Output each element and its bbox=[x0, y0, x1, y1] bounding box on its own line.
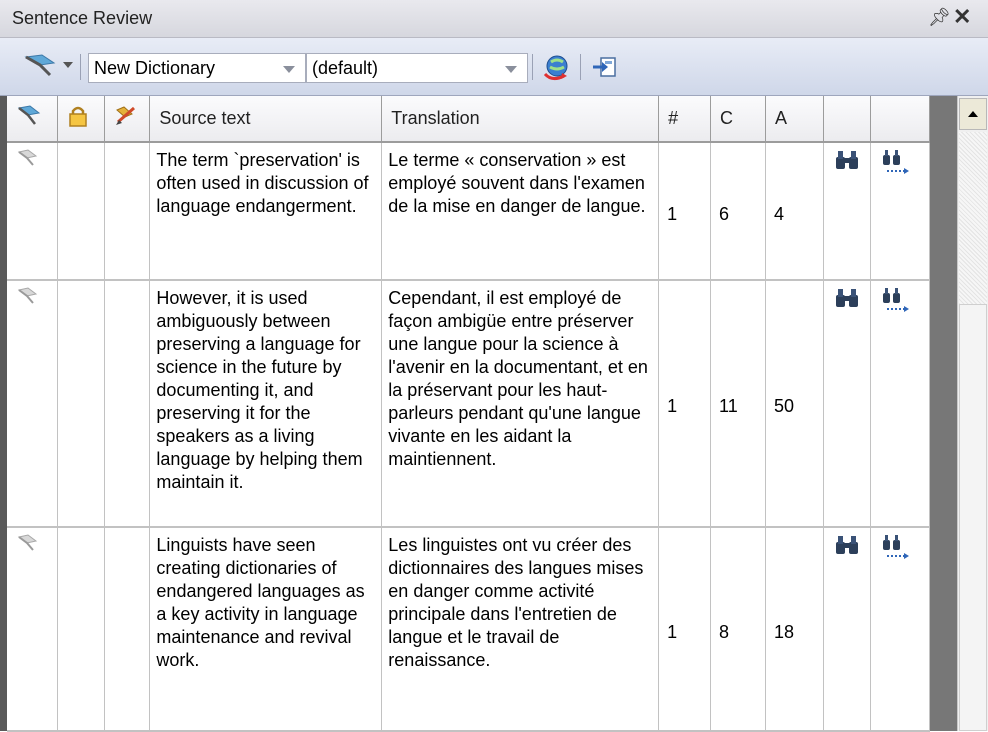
col-find-header[interactable] bbox=[823, 96, 871, 143]
arrow-up-icon bbox=[968, 111, 978, 117]
sentence-table: Source text Translation # C A The term `… bbox=[7, 96, 931, 732]
pencil-flag-icon bbox=[116, 106, 136, 125]
table-header: Source text Translation # C A bbox=[7, 96, 931, 143]
scroll-thumb[interactable] bbox=[959, 304, 987, 731]
col-lock-header[interactable] bbox=[57, 96, 106, 143]
number-cell: 1 bbox=[658, 142, 712, 281]
number-cell: 1 bbox=[658, 527, 712, 732]
a-cell: 4 bbox=[765, 142, 824, 281]
number-cell: 1 bbox=[658, 280, 712, 528]
col-number-header[interactable]: # bbox=[658, 96, 712, 143]
flag-icon[interactable] bbox=[20, 51, 60, 81]
toolbar: New Dictionary (default) bbox=[0, 38, 988, 96]
chevron-down-icon[interactable] bbox=[505, 66, 517, 73]
translation-cell[interactable]: Les linguistes ont vu créer des dictionn… bbox=[381, 527, 660, 732]
a-cell: 50 bbox=[765, 280, 824, 528]
table-row[interactable]: Linguists have seen creating dictionarie… bbox=[7, 527, 931, 732]
col-flag-header[interactable] bbox=[7, 96, 59, 143]
toolbar-separator bbox=[532, 54, 533, 80]
profile-select-value: (default) bbox=[312, 58, 379, 78]
binoculars-icon[interactable] bbox=[834, 149, 860, 171]
source-text-cell[interactable]: Linguists have seen creating dictionarie… bbox=[149, 527, 383, 732]
find-next-cell[interactable] bbox=[870, 527, 931, 732]
globe-translate-icon[interactable] bbox=[542, 52, 572, 82]
toolbar-separator bbox=[80, 54, 81, 80]
find-next-cell[interactable] bbox=[870, 280, 931, 528]
row-flag-cell[interactable] bbox=[7, 280, 59, 528]
dictionary-select-value: New Dictionary bbox=[94, 58, 216, 78]
translation-cell[interactable]: Le terme « conservation » est employé so… bbox=[381, 142, 660, 281]
row-flag-cell[interactable] bbox=[7, 142, 59, 281]
c-cell: 8 bbox=[710, 527, 767, 732]
col-translation-header[interactable]: Translation bbox=[381, 96, 660, 143]
row-lock-cell[interactable] bbox=[57, 280, 106, 528]
flag-icon bbox=[17, 105, 41, 125]
scroll-up-button[interactable] bbox=[959, 98, 987, 130]
vertical-scrollbar[interactable] bbox=[957, 96, 988, 731]
panel-titlebar: Sentence Review 📌︎ ✕ bbox=[0, 0, 988, 38]
find-next-cell[interactable] bbox=[870, 142, 931, 281]
translation-cell[interactable]: Cependant, il est employé de façon ambig… bbox=[381, 280, 660, 528]
find-next-icon[interactable] bbox=[881, 534, 911, 560]
grid-gutter bbox=[930, 96, 957, 731]
col-edit-header[interactable] bbox=[104, 96, 151, 143]
col-source-header[interactable]: Source text bbox=[149, 96, 383, 143]
sentence-grid: Source text Translation # C A The term `… bbox=[0, 96, 931, 732]
close-icon[interactable]: ✕ bbox=[953, 4, 971, 30]
find-next-icon[interactable] bbox=[881, 149, 911, 175]
col-c-header[interactable]: C bbox=[710, 96, 767, 143]
c-cell: 11 bbox=[710, 280, 767, 528]
row-edit-cell[interactable] bbox=[104, 527, 151, 732]
profile-select[interactable]: (default) bbox=[306, 53, 528, 83]
export-icon[interactable] bbox=[590, 52, 620, 82]
toolbar-separator bbox=[580, 54, 581, 80]
chevron-down-icon[interactable] bbox=[283, 66, 295, 73]
scroll-track[interactable] bbox=[959, 132, 987, 304]
find-cell[interactable] bbox=[823, 527, 871, 732]
flag-icon[interactable] bbox=[17, 287, 39, 305]
find-next-icon[interactable] bbox=[881, 287, 911, 313]
pin-icon[interactable]: 📌︎ bbox=[928, 7, 951, 28]
table-row[interactable]: However, it is used ambiguously between … bbox=[7, 280, 931, 528]
a-cell: 18 bbox=[765, 527, 824, 732]
binoculars-icon[interactable] bbox=[834, 534, 860, 556]
panel-title: Sentence Review bbox=[12, 8, 153, 28]
flag-dropdown-arrow[interactable] bbox=[63, 62, 73, 68]
lock-icon bbox=[69, 106, 88, 127]
row-lock-cell[interactable] bbox=[57, 142, 106, 281]
row-edit-cell[interactable] bbox=[104, 142, 151, 281]
find-cell[interactable] bbox=[823, 142, 871, 281]
row-lock-cell[interactable] bbox=[57, 527, 106, 732]
col-findnext-header[interactable] bbox=[870, 96, 931, 143]
flag-icon[interactable] bbox=[17, 149, 39, 167]
dictionary-select[interactable]: New Dictionary bbox=[88, 53, 306, 83]
col-a-header[interactable]: A bbox=[765, 96, 824, 143]
binoculars-icon[interactable] bbox=[834, 287, 860, 309]
row-flag-cell[interactable] bbox=[7, 527, 59, 732]
table-row[interactable]: The term `preservation' is often used in… bbox=[7, 142, 931, 281]
source-text-cell[interactable]: The term `preservation' is often used in… bbox=[149, 142, 383, 281]
row-edit-cell[interactable] bbox=[104, 280, 151, 528]
c-cell: 6 bbox=[710, 142, 767, 281]
flag-icon[interactable] bbox=[17, 534, 39, 552]
find-cell[interactable] bbox=[823, 280, 871, 528]
source-text-cell[interactable]: However, it is used ambiguously between … bbox=[149, 280, 383, 528]
